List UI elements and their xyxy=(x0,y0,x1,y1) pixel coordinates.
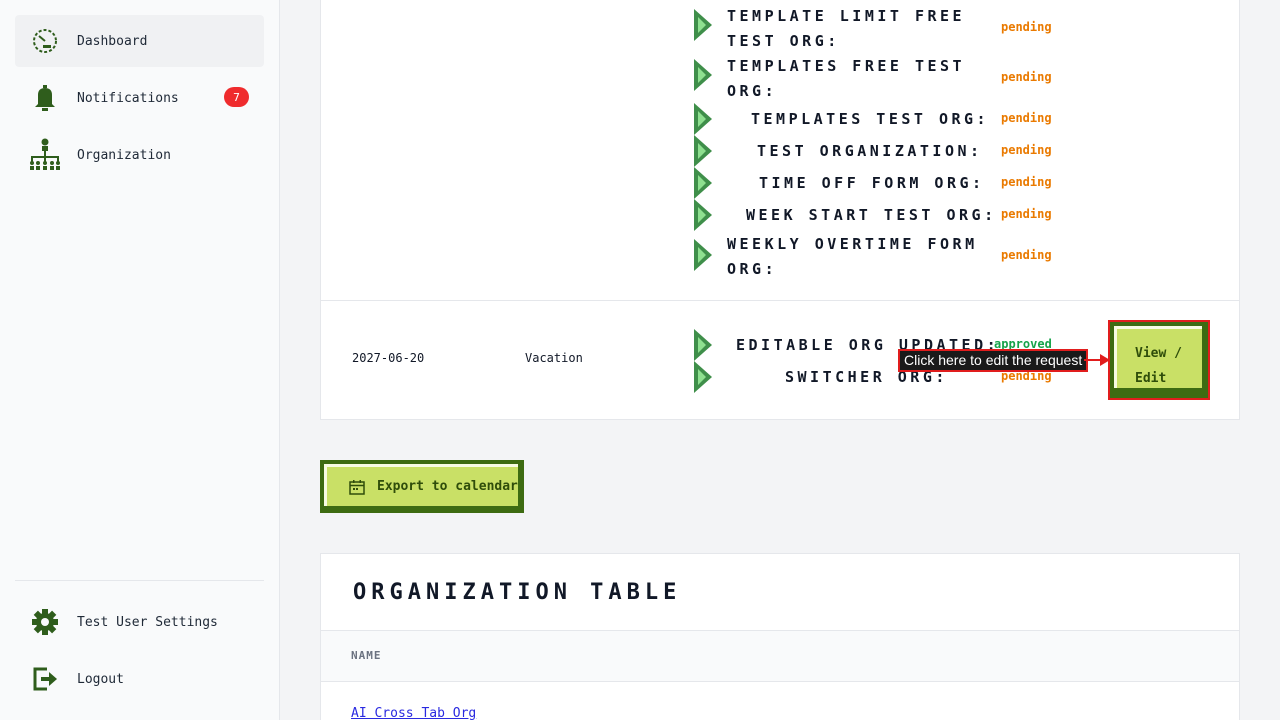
status-pending: pending xyxy=(1001,111,1052,125)
approval-step-arrow-icon xyxy=(694,9,712,41)
tooltip-arrow-icon xyxy=(1084,354,1110,366)
org-name: Template Limit Free Test Org: xyxy=(727,7,966,50)
logout-icon xyxy=(33,667,57,691)
status-pending: pending xyxy=(1001,20,1052,34)
approval-step-arrow-icon xyxy=(694,239,712,271)
sidebar-item-label: Organization xyxy=(77,147,171,163)
org-row-link[interactable]: AI Cross Tab Org xyxy=(351,706,476,720)
sidebar-item-label: Test User Settings xyxy=(77,614,218,630)
notification-count-badge: 7 xyxy=(224,87,249,107)
org-name: Templates Test Org: xyxy=(751,110,990,128)
dashboard-gauge-icon xyxy=(33,29,57,53)
org-name: Templates Free Test Org: xyxy=(727,57,966,100)
approval-step-arrow-icon xyxy=(694,199,712,231)
org-name: Weekly Overtime Form Org: xyxy=(727,235,978,278)
sidebar-divider xyxy=(15,580,264,581)
sidebar-item-logout[interactable]: Logout xyxy=(15,653,264,705)
sidebar-item-label: Notifications xyxy=(77,90,179,106)
approval-step-arrow-icon xyxy=(694,103,712,135)
approval-step-arrow-icon xyxy=(694,167,712,199)
view-edit-button-face: View / Edit xyxy=(1114,326,1202,388)
org-name: Test Organization: xyxy=(757,142,983,160)
column-header-name[interactable]: NAME xyxy=(351,649,382,662)
sidebar: Dashboard Notifications 7 Organization T… xyxy=(0,0,280,720)
gear-icon xyxy=(32,609,58,635)
status-pending: pending xyxy=(1001,143,1052,157)
sidebar-item-label: Logout xyxy=(77,671,124,687)
status-pending: pending xyxy=(1001,70,1052,84)
sidebar-item-settings[interactable]: Test User Settings xyxy=(15,596,264,648)
view-edit-button[interactable]: View / Edit xyxy=(1108,320,1210,400)
row-divider xyxy=(321,300,1239,301)
export-button-face: Export to calendar xyxy=(324,464,518,506)
approval-step-arrow-icon xyxy=(694,135,712,167)
request-date: 2027-06-20 xyxy=(352,351,425,365)
status-pending: pending xyxy=(1001,207,1052,221)
approval-step-arrow-icon xyxy=(694,59,712,91)
status-pending: pending xyxy=(1001,248,1052,262)
edit-request-tooltip: Click here to edit the request xyxy=(898,349,1089,372)
org-name: Week Start Test Org: xyxy=(746,206,997,224)
export-label: Export to calendar xyxy=(377,479,518,494)
sidebar-item-dashboard[interactable]: Dashboard xyxy=(15,15,264,67)
org-chart-icon xyxy=(30,138,60,170)
org-name: Time Off Form Org: xyxy=(759,174,985,192)
status-pending: pending xyxy=(1001,175,1052,189)
bell-icon xyxy=(35,85,55,111)
view-edit-label: View / Edit xyxy=(1135,346,1182,386)
table-header: NAME xyxy=(321,630,1239,682)
sidebar-item-label: Dashboard xyxy=(77,33,148,49)
calendar-icon xyxy=(349,480,365,495)
section-title: Organization Table xyxy=(353,580,682,605)
request-type: Vacation xyxy=(525,351,583,365)
sidebar-item-notifications[interactable]: Notifications 7 xyxy=(15,72,264,124)
approval-step-arrow-icon xyxy=(694,329,712,361)
sidebar-item-organization[interactable]: Organization xyxy=(15,129,264,181)
organization-table-card: Organization Table NAME AI Cross Tab Org xyxy=(320,553,1240,720)
export-to-calendar-button[interactable]: Export to calendar xyxy=(320,460,524,513)
approval-step-arrow-icon xyxy=(694,361,712,393)
